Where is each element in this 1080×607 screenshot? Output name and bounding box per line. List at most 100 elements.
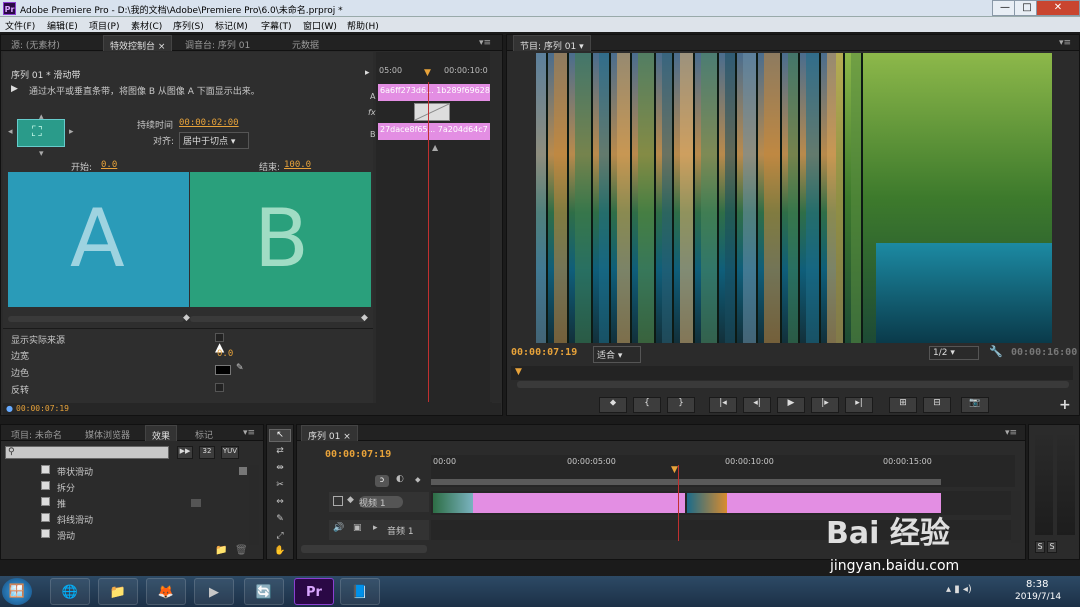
yuv-effects-button[interactable]: YUV xyxy=(221,446,239,459)
tab-markers[interactable]: 标记 xyxy=(189,425,219,441)
menu-marker[interactable]: 标记(M) xyxy=(215,19,248,32)
tab-program[interactable]: 节目: 序列 01 ▾ xyxy=(513,35,591,52)
clip-thumbnail-a[interactable] xyxy=(433,493,473,513)
eyedropper-icon[interactable]: ✎ xyxy=(236,363,244,373)
clip-thumbnail-b[interactable] xyxy=(687,493,727,513)
tab-source[interactable]: 源: (无素材) xyxy=(5,35,66,51)
effects-scrollbar[interactable] xyxy=(249,465,259,545)
mini-clip-a[interactable]: 6a6ff273d6... 1b289f69628a xyxy=(378,84,490,101)
snap-icon[interactable]: ↄ xyxy=(375,475,389,487)
playhead-marker-icon[interactable]: ▼ xyxy=(671,465,678,475)
taskbar-app-notes[interactable]: 📘 xyxy=(340,578,380,605)
mark-in-button[interactable]: { xyxy=(633,397,661,413)
track-select-tool[interactable]: ⇄ xyxy=(269,446,291,456)
wrench-icon[interactable]: 🔧 xyxy=(989,345,1003,358)
start-slider[interactable] xyxy=(8,316,184,322)
fit-select[interactable]: 适合 ▾ xyxy=(593,346,641,363)
video-clip-a[interactable] xyxy=(473,493,685,513)
menu-clip[interactable]: 素材(C) xyxy=(131,19,162,32)
panel-menu-icon[interactable]: ▾≡ xyxy=(243,428,255,438)
mark-out-button[interactable]: } xyxy=(667,397,695,413)
tab-effect-controls[interactable]: 特效控制台 × xyxy=(103,35,173,52)
play-button[interactable]: ▶ xyxy=(777,397,805,413)
effect-item[interactable]: 拆分 xyxy=(57,481,75,494)
playhead-marker-icon[interactable]: ▼ xyxy=(515,367,522,377)
lift-button[interactable]: ⊞ xyxy=(889,397,917,413)
program-scrubber[interactable]: ▼ xyxy=(511,366,1073,380)
taskbar-app-explorer[interactable]: 📁 xyxy=(98,578,138,605)
step-forward-button[interactable]: |▸ xyxy=(811,397,839,413)
extract-button[interactable]: ⊟ xyxy=(923,397,951,413)
effect-item[interactable]: 滑动 xyxy=(57,529,75,542)
delete-icon[interactable]: 🗑 xyxy=(235,545,248,556)
start-button[interactable]: 🪟 xyxy=(2,578,32,605)
mini-clip-b[interactable]: 27dace8f65... 7a204d64c7 xyxy=(378,123,490,140)
panel-menu-icon[interactable]: ▾≡ xyxy=(1005,428,1017,438)
effect-item[interactable]: 斜线滑动 xyxy=(57,513,93,526)
solo-left-button[interactable]: S xyxy=(1035,541,1045,553)
marker-icon[interactable]: ⬥ xyxy=(415,475,421,485)
speaker-icon[interactable]: 🔊 xyxy=(333,523,344,533)
tab-close-icon[interactable]: × xyxy=(343,432,351,442)
menu-window[interactable]: 窗口(W) xyxy=(303,19,337,32)
effect-item[interactable]: 带状滑动 xyxy=(57,465,93,478)
chevron-right-icon[interactable]: ▸ xyxy=(365,68,370,78)
pen-tool[interactable]: ✎ xyxy=(269,514,291,524)
add-button-icon[interactable]: + xyxy=(1059,397,1071,413)
menu-sequence[interactable]: 序列(S) xyxy=(173,19,204,32)
32bit-effects-button[interactable]: 32 xyxy=(199,446,215,459)
end-slider[interactable] xyxy=(190,316,366,322)
timeline-ruler[interactable]: 00:00 00:00:05:00 00:00:10:00 00:00:15:0… xyxy=(431,455,1015,487)
arrow-right-icon[interactable]: ▸ xyxy=(69,127,74,137)
selection-tool[interactable]: ↖ xyxy=(269,429,291,442)
border-width-value[interactable]: 0.0 xyxy=(217,349,233,359)
menu-project[interactable]: 项目(P) xyxy=(89,19,119,32)
step-back-button[interactable]: ◂| xyxy=(743,397,771,413)
mini-transition-block[interactable] xyxy=(414,103,450,121)
expand-icon[interactable]: ▸ xyxy=(373,523,378,533)
menu-title[interactable]: 字幕(T) xyxy=(261,19,292,32)
export-frame-button[interactable]: 📷 xyxy=(961,397,989,413)
tab-audio-mixer[interactable]: 调音台: 序列 01 xyxy=(179,35,256,51)
timeline-zoom-bar[interactable] xyxy=(301,545,427,553)
panel-menu-icon[interactable]: ▾≡ xyxy=(1059,38,1071,48)
work-area-bar[interactable] xyxy=(431,479,941,485)
end-slider-handle-icon[interactable]: ◆ xyxy=(361,313,368,323)
play-transition-icon[interactable]: ▶ xyxy=(11,84,18,94)
rate-stretch-tool[interactable]: ⤢ xyxy=(269,531,291,541)
tab-sequence[interactable]: 序列 01 × xyxy=(301,425,358,442)
tab-close-icon[interactable]: × xyxy=(158,42,166,52)
taskbar-app-firefox[interactable]: 🦊 xyxy=(146,578,186,605)
playhead-marker-icon[interactable]: ▼ xyxy=(424,68,431,78)
ripple-edit-tool[interactable]: ⇹ xyxy=(269,463,291,473)
border-color-swatch[interactable] xyxy=(215,365,231,375)
start-slider-handle-icon[interactable]: ◆ xyxy=(183,313,190,323)
panel-menu-icon[interactable]: ▾≡ xyxy=(479,38,491,48)
vertical-scrollbar[interactable] xyxy=(490,52,500,402)
accelerated-effects-button[interactable]: ▶▶ xyxy=(177,446,193,459)
eye-icon[interactable] xyxy=(333,496,343,506)
lock-icon[interactable]: ◆ xyxy=(347,495,354,505)
slip-tool[interactable]: ⇔ xyxy=(269,497,291,507)
start-value[interactable]: 0.0 xyxy=(101,160,117,170)
resolution-select[interactable]: 1/2 ▾ xyxy=(929,346,979,360)
taskbar-app-player[interactable]: ▶ xyxy=(194,578,234,605)
taskbar-app-premiere[interactable]: Pr xyxy=(294,578,334,605)
effect-controls-timecode[interactable]: 00:00:07:19 xyxy=(16,404,69,413)
go-to-in-button[interactable]: |◂ xyxy=(709,397,737,413)
go-to-out-button[interactable]: ▸| xyxy=(845,397,873,413)
close-button[interactable]: ✕ xyxy=(1036,0,1080,16)
tab-project[interactable]: 项目: 未命名 xyxy=(5,425,68,441)
lock-icon[interactable]: ▣ xyxy=(353,523,362,533)
menu-file[interactable]: 文件(F) xyxy=(5,19,35,32)
taskbar-app-browser[interactable]: 🌐 xyxy=(50,578,90,605)
menu-help[interactable]: 帮助(H) xyxy=(347,19,379,32)
program-zoom-bar[interactable] xyxy=(517,381,1069,388)
menu-edit[interactable]: 编辑(E) xyxy=(47,19,78,32)
hand-tool[interactable]: ✋ xyxy=(269,546,291,556)
arrow-down-icon[interactable]: ▾ xyxy=(39,149,44,159)
add-marker-icon[interactable]: ◐ xyxy=(396,474,404,484)
effect-item[interactable]: 推 xyxy=(57,497,66,510)
tab-effects[interactable]: 效果 xyxy=(145,425,178,442)
taskbar-app-sync[interactable]: 🔄 xyxy=(244,578,284,605)
